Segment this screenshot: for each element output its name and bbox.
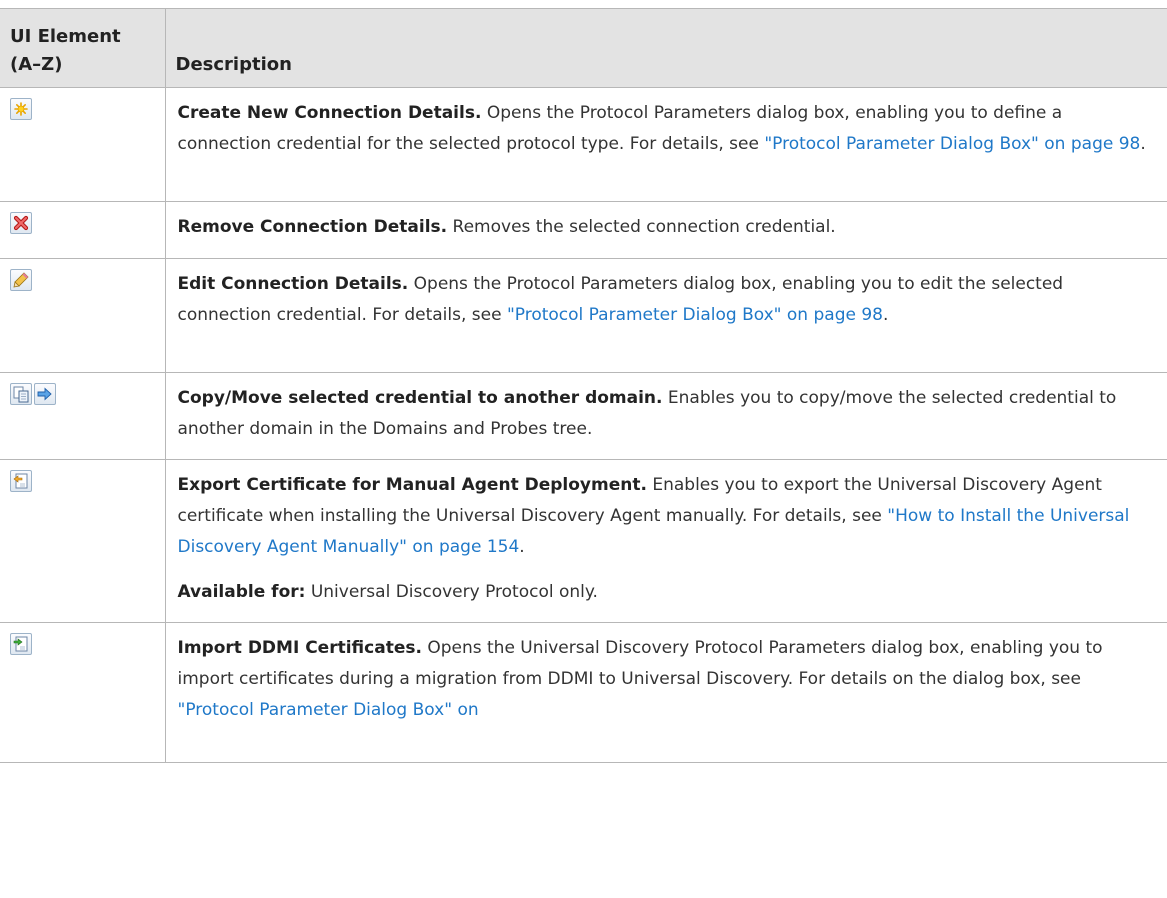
icon-cell [0,372,166,460]
icon-cell [0,622,166,763]
description-cell: Edit Connection Details. Opens the Proto… [164,258,1167,373]
description-text: Create New Connection Details. Opens the… [178,98,1150,160]
description-text: Export Certificate for Manual Agent Depl… [178,470,1150,563]
header-ui-element: UI Element (A–Z) [0,8,166,88]
export-certificate-icon[interactable] [10,470,32,492]
note-label: Available for: [177,582,306,602]
table-row: Edit Connection Details. Opens the Proto… [0,258,1167,373]
import-certificate-icon[interactable] [10,633,32,655]
table-row: Copy/Move selected credential to another… [0,372,1167,460]
header-description: Description [164,8,1167,88]
description-end: . [1140,134,1146,154]
description-text: Copy/Move selected credential to another… [178,383,1150,445]
edit-pencil-icon[interactable] [10,269,32,291]
description-cell: Export Certificate for Manual Agent Depl… [164,459,1167,623]
description-body: Removes the selected connection credenti… [447,217,836,237]
element-title: Export Certificate for Manual Agent Depl… [177,475,647,495]
element-title: Import DDMI Certificates. [177,638,422,658]
availability-note: Available for: Universal Discovery Proto… [178,577,1150,608]
icon-cell [0,87,166,202]
protocol-parameter-link[interactable]: "Protocol Parameter Dialog Box" on page … [764,134,1140,154]
protocol-parameter-link[interactable]: "Protocol Parameter Dialog Box" on [178,700,479,720]
element-title: Copy/Move selected credential to another… [177,388,663,408]
table-row: Import DDMI Certificates. Opens the Univ… [0,622,1167,763]
description-end: . [519,537,525,557]
icon-cell [0,258,166,373]
table-row: Remove Connection Details. Removes the s… [0,201,1167,259]
description-text: Edit Connection Details. Opens the Proto… [178,269,1150,331]
copy-icon[interactable] [10,383,32,405]
description-cell: Copy/Move selected credential to another… [164,372,1167,460]
description-end: . [882,305,889,325]
element-title: Remove Connection Details. [177,217,448,237]
table-row: Export Certificate for Manual Agent Depl… [0,459,1167,623]
ui-elements-table: UI Element (A–Z) Description Create New … [0,8,1167,763]
remove-icon[interactable] [10,212,32,234]
description-cell: Remove Connection Details. Removes the s… [164,201,1167,259]
table-row: Create New Connection Details. Opens the… [0,87,1167,202]
description-cell: Import DDMI Certificates. Opens the Univ… [164,622,1167,763]
note-text: Universal Discovery Protocol only. [305,582,598,602]
new-connection-icon[interactable] [10,98,32,120]
icon-cell [0,201,166,259]
element-title: Edit Connection Details. [177,274,409,294]
description-cell: Create New Connection Details. Opens the… [164,87,1167,202]
description-text: Import DDMI Certificates. Opens the Univ… [178,633,1150,726]
move-arrow-icon[interactable] [34,383,56,405]
icon-cell [0,459,166,623]
protocol-parameter-link[interactable]: "Protocol Parameter Dialog Box" on page … [507,305,883,325]
description-text: Remove Connection Details. Removes the s… [178,212,1150,243]
element-title: Create New Connection Details. [177,103,482,123]
table-header-row: UI Element (A–Z) Description [0,8,1167,88]
